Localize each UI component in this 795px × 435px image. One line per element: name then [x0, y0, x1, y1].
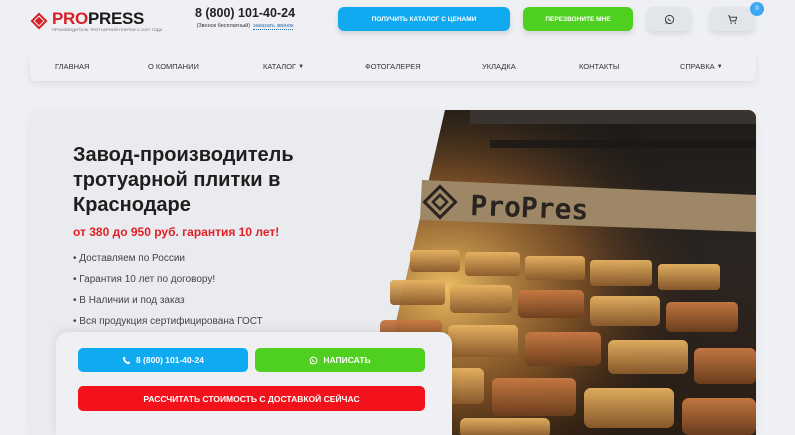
cart-icon [727, 14, 737, 24]
nav-item-contacts[interactable]: КОНТАКТЫ [579, 52, 619, 81]
nav-item-catalog[interactable]: КАТАЛОГ ▼ [263, 52, 304, 81]
benefits-list: • Доставляем по России • Гарантия 10 лет… [73, 253, 263, 337]
header-phone[interactable]: 8 (800) 101-40-24 [180, 6, 310, 20]
nav-item-gallery[interactable]: ФОТОГАЛЕРЕЯ [365, 52, 421, 81]
nav-item-about[interactable]: О КОМПАНИИ [148, 52, 199, 81]
nav-item-laying[interactable]: УКЛАДКА [482, 52, 516, 81]
phone-note: (Звонок бесплатный) заказать звонок [196, 23, 294, 30]
get-catalog-button[interactable]: ПОЛУЧИТЬ КАТАЛОГ С ЦЕНАМИ [338, 7, 510, 31]
calculate-cost-button[interactable]: РАССЧИТАТЬ СТОИМОСТЬ С ДОСТАВКОЙ СЕЙЧАС [78, 386, 425, 411]
logo-name: PROPRESS [52, 9, 145, 28]
hero-title: Завод-производитель тротуарной плитки в … [73, 144, 294, 216]
logo[interactable]: PROPRESS ПРОИЗВОДИТЕЛЬ ТРОТУАРНОЙ ПЛИТКИ… [30, 10, 162, 32]
cta-card: 8 (800) 101-40-24 НАПИСАТЬ РАССЧИТАТЬ СТ… [56, 332, 452, 435]
nav-item-help[interactable]: СПРАВКА ▼ [680, 52, 723, 81]
cart-count-badge: 0 [750, 2, 764, 16]
list-item: • Доставляем по России [73, 253, 186, 264]
write-whatsapp-button[interactable]: НАПИСАТЬ [255, 348, 425, 372]
call-phone-button[interactable]: 8 (800) 101-40-24 [78, 348, 248, 372]
hero-section: ProPres Завод-производитель тротуарной п… [30, 110, 756, 435]
callback-link[interactable]: заказать звонок [253, 23, 294, 30]
caret-down-icon: ▼ [716, 63, 723, 70]
logo-subtitle: ПРОИЗВОДИТЕЛЬ ТРОТУАРНОЙ ПЛИТКИ С 2007 Г… [52, 27, 163, 32]
list-item: • В Наличии и под заказ [73, 295, 185, 306]
site-header: PROPRESS ПРОИЗВОДИТЕЛЬ ТРОТУАРНОЙ ПЛИТКИ… [0, 0, 795, 42]
phone-icon [122, 356, 131, 365]
hero-price: от 380 до 950 руб. гарантия 10 лет! [73, 225, 280, 239]
whatsapp-icon [309, 356, 318, 365]
callback-button[interactable]: ПЕРЕЗВОНИТЕ МНЕ [523, 7, 633, 31]
logo-diamond-icon [30, 12, 48, 30]
header-phone-block: 8 (800) 101-40-24 (Звонок бесплатный) зак… [180, 6, 310, 30]
main-nav: ГЛАВНАЯ О КОМПАНИИ КАТАЛОГ ▼ ФОТОГАЛЕРЕЯ … [30, 52, 756, 81]
svg-text:ProPres: ProPres [470, 189, 589, 227]
list-item: • Гарантия 10 лет по договору! [73, 274, 216, 285]
whatsapp-button[interactable] [647, 7, 691, 31]
caret-down-icon: ▼ [298, 63, 305, 70]
cart-button[interactable] [710, 7, 754, 31]
whatsapp-icon [664, 14, 674, 24]
nav-item-home[interactable]: ГЛАВНАЯ [55, 52, 89, 81]
